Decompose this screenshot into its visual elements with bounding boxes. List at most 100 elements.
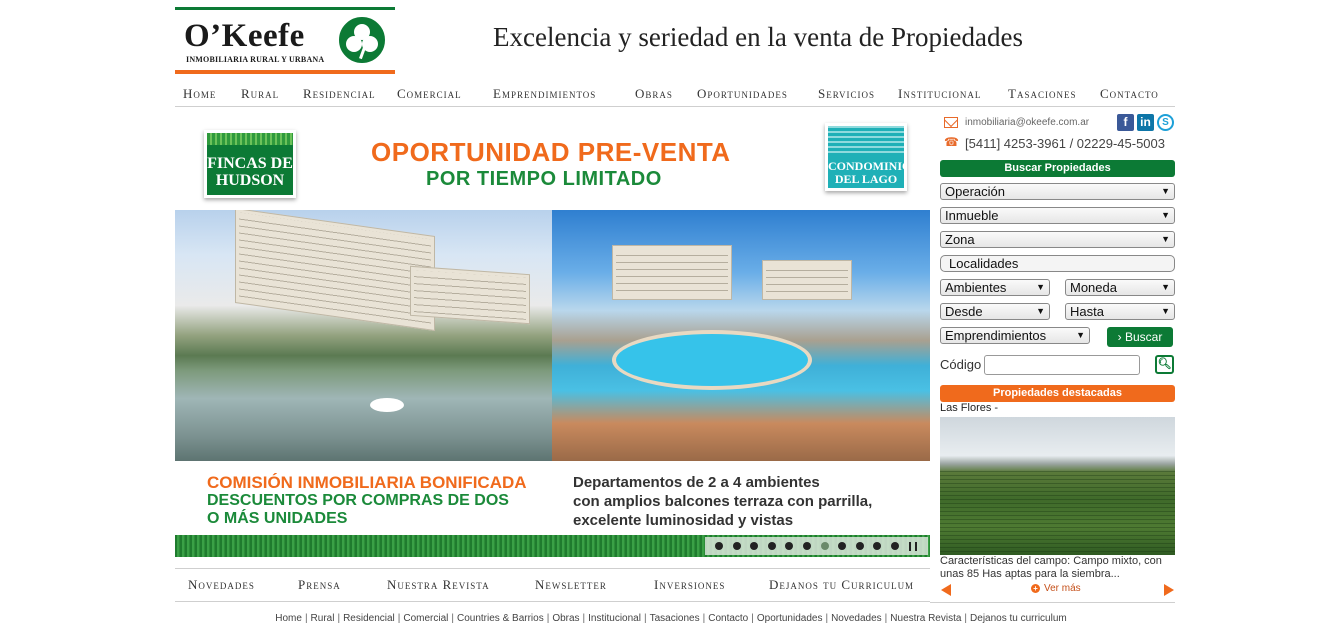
arrow-left-icon[interactable]: [941, 584, 951, 596]
code-label: Código: [940, 357, 982, 372]
nav-comercial[interactable]: Comercial: [397, 86, 462, 102]
footer-separator: |: [397, 613, 401, 624]
footer-link[interactable]: Countries & Barrios: [457, 613, 544, 624]
nav-emprendimientos[interactable]: Emprendimientos: [493, 86, 596, 102]
subnav-curriculum[interactable]: Dejanos tu Curriculum: [769, 577, 914, 593]
footer-separator: |: [702, 613, 706, 624]
nav-oportunidades[interactable]: Oportunidades: [697, 86, 788, 102]
slide-dot[interactable]: [715, 542, 723, 550]
footer-link[interactable]: Novedades: [831, 613, 882, 624]
nav-tasaciones[interactable]: Tasaciones: [1008, 86, 1076, 102]
subnav-inversiones[interactable]: Inversiones: [654, 577, 725, 593]
footer-separator: |: [884, 613, 888, 624]
site-logo[interactable]: O’Keefe INMOBILIARIA RURAL Y URBANA: [175, 7, 395, 74]
footer-link[interactable]: Oportunidades: [757, 613, 823, 624]
slide-dot[interactable]: [838, 542, 847, 550]
dropdown-arrow-icon: ▼: [1161, 210, 1170, 220]
moneda-select[interactable]: Moneda ▼: [1065, 279, 1175, 296]
subnav-novedades[interactable]: Novedades: [188, 577, 255, 593]
subnav-revista[interactable]: Nuestra Revista: [387, 577, 490, 593]
condominios-del-lago-logo: CONDOMINIOS DEL LAGO: [825, 123, 907, 191]
nav-servicios[interactable]: Servicios: [818, 86, 875, 102]
phone-icon: ☎: [944, 135, 959, 149]
linkedin-icon[interactable]: in: [1137, 114, 1154, 131]
banner-commission-text: COMISIÓN INMOBILIARIA BONIFICADA: [207, 473, 527, 492]
slide-dot[interactable]: [732, 542, 741, 550]
slide-dot[interactable]: [767, 542, 776, 550]
footer-link[interactable]: Obras: [552, 613, 579, 624]
lake-buildings-photo: [175, 210, 552, 461]
code-input[interactable]: [984, 355, 1140, 375]
slide-dot[interactable]: [891, 542, 899, 550]
slide-dot[interactable]: [785, 542, 794, 550]
arrow-right-icon[interactable]: [1164, 584, 1174, 596]
desde-select[interactable]: Desde ▼: [940, 303, 1050, 320]
banner-apartments-text: Departamentos de 2 a 4 ambientes con amp…: [573, 474, 873, 529]
footer-link[interactable]: Rural: [311, 613, 335, 624]
footer-separator: |: [337, 613, 341, 624]
footer-link[interactable]: Comercial: [403, 613, 448, 624]
banner-subheadline: POR TIEMPO LIMITADO: [426, 168, 662, 190]
nav-residencial[interactable]: Residencial: [303, 86, 376, 102]
footer-link[interactable]: Institucional: [588, 613, 641, 624]
swan-illustration: [370, 398, 404, 412]
search-button[interactable]: › Buscar: [1107, 327, 1173, 347]
slide-dot[interactable]: [855, 542, 864, 550]
ver-mas-link[interactable]: + Ver más: [1031, 583, 1081, 594]
banner-headline: OPORTUNIDAD PRE-VENTA: [371, 137, 731, 167]
footer-link[interactable]: Tasaciones: [650, 613, 700, 624]
slide-dot[interactable]: [873, 542, 882, 550]
footer-separator: |: [451, 613, 454, 624]
inmueble-select[interactable]: Inmueble ▼: [940, 207, 1175, 224]
hasta-select[interactable]: Hasta ▼: [1065, 303, 1175, 320]
dropdown-arrow-icon: ▼: [1161, 186, 1170, 196]
email-icon: [944, 117, 958, 128]
slide-dot[interactable]: [803, 542, 811, 550]
dropdown-arrow-icon: ▼: [1161, 282, 1170, 292]
nav-institucional[interactable]: Institucional: [898, 86, 981, 102]
nav-obras[interactable]: Obras: [635, 86, 673, 102]
footer-separator: |: [825, 613, 829, 624]
logo-name: O’Keefe: [184, 18, 305, 54]
footer-separator: |: [546, 613, 550, 624]
featured-property-photo[interactable]: [940, 417, 1175, 555]
search-icon[interactable]: 🔍︎: [1155, 355, 1174, 374]
pool-complex-photo: [552, 210, 930, 461]
dropdown-arrow-icon: ▼: [1161, 234, 1170, 244]
divider: [930, 602, 1175, 603]
footer-link[interactable]: Contacto: [708, 613, 748, 624]
footer-link[interactable]: Home: [275, 613, 302, 624]
footer-link[interactable]: Dejanos tu curriculum: [970, 613, 1067, 624]
emprendimientos-select[interactable]: Emprendimientos ▼: [940, 327, 1090, 344]
fincas-de-hudson-logo: FINCAS DE HUDSON: [204, 130, 296, 198]
featured-description: Características del campo: Campo mixto, …: [940, 555, 1162, 580]
skype-icon[interactable]: S: [1157, 114, 1174, 131]
dropdown-arrow-icon: ▼: [1076, 330, 1085, 340]
facebook-icon[interactable]: f: [1117, 114, 1134, 131]
logo-subtitle: INMOBILIARIA RURAL Y URBANA: [186, 55, 325, 64]
nav-rural[interactable]: Rural: [241, 86, 279, 102]
nav-home[interactable]: Home: [183, 86, 216, 102]
dropdown-arrow-icon: ▼: [1161, 306, 1170, 316]
operacion-select[interactable]: Operación ▼: [940, 183, 1175, 200]
featured-title[interactable]: Las Flores -: [940, 402, 998, 414]
slide-dot[interactable]: [750, 542, 759, 550]
footer-link[interactable]: Nuestra Revista: [890, 613, 961, 624]
search-header: Buscar Propiedades: [940, 160, 1175, 177]
footer-separator: |: [304, 613, 308, 624]
secondary-navigation: Novedades Prensa Nuestra Revista Newslet…: [175, 568, 930, 602]
pause-icon[interactable]: [908, 542, 917, 551]
ambientes-select[interactable]: Ambientes ▼: [940, 279, 1050, 296]
promo-banner[interactable]: FINCAS DE HUDSON CONDOMINIOS DEL LAGO OP…: [175, 115, 930, 557]
footer-separator: |: [643, 613, 647, 624]
zona-select[interactable]: Zona ▼: [940, 231, 1175, 248]
plus-icon: +: [1031, 584, 1040, 593]
localidades-field[interactable]: Localidades: [940, 255, 1175, 272]
contact-email[interactable]: inmobiliaria@okeefe.com.ar: [965, 117, 1089, 128]
footer-link[interactable]: Residencial: [343, 613, 395, 624]
slide-dot[interactable]: [820, 542, 829, 550]
nav-contacto[interactable]: Contacto: [1100, 86, 1159, 102]
subnav-prensa[interactable]: Prensa: [298, 577, 341, 593]
subnav-newsletter[interactable]: Newsletter: [535, 577, 607, 593]
dropdown-arrow-icon: ▼: [1036, 306, 1045, 316]
